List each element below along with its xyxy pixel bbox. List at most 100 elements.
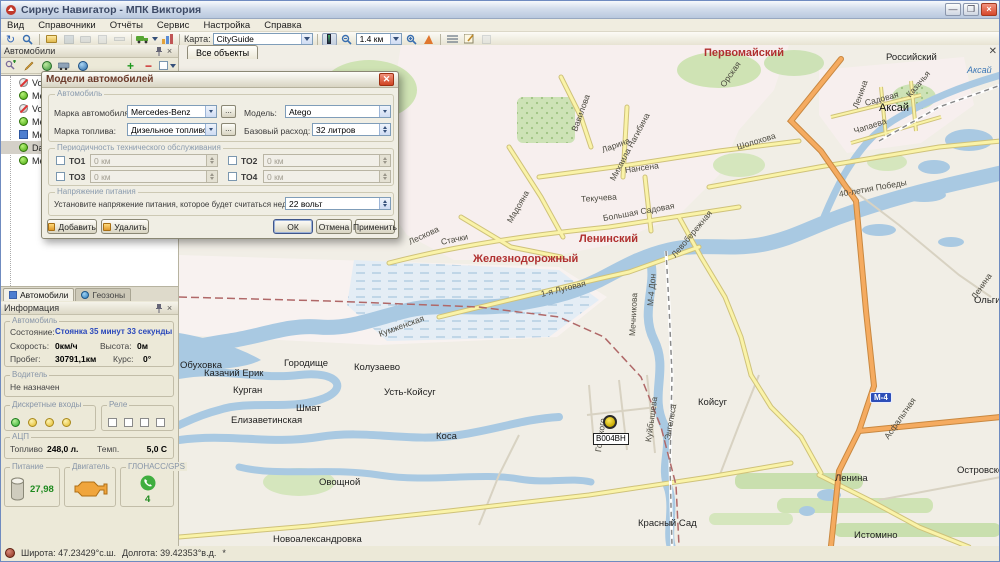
save-button[interactable] [61,33,76,46]
voltage-spinner[interactable]: 22 вольт [285,197,391,210]
minimize-button[interactable]: — [945,3,961,16]
map-label: Аксай [879,102,909,114]
cancel-button[interactable]: Отмена [316,219,352,234]
chevron-down-icon[interactable] [301,34,312,44]
brand-label: Марка автомобиля: [54,108,131,118]
truck-dropdown-button[interactable] [136,33,158,46]
consumption-spinner[interactable]: 32 литров [312,123,391,136]
ok-button[interactable]: ОК [273,219,313,234]
search-button[interactable] [20,33,35,46]
chart-button[interactable] [160,33,175,46]
menu-reports[interactable]: Отчёты [110,20,143,31]
brand-select[interactable]: Mercedes-Benz [127,105,217,118]
fuel-type-value: Дизельное топливо [131,125,208,135]
brand-browse-button[interactable]: ... [221,105,236,118]
discrete-inputs-group: Дискретные входы [4,405,96,431]
legend-button[interactable] [445,33,460,46]
map-tab-close-icon[interactable]: ✕ [989,46,997,57]
find-vehicle-button[interactable] [3,59,18,72]
menu-directories[interactable]: Справочники [38,20,96,31]
spinner-arrows[interactable] [379,124,390,135]
chevron-down-icon[interactable] [205,106,216,117]
maximize-button[interactable]: ❐ [963,3,979,16]
to2-checkbox[interactable] [228,156,237,165]
apply-button[interactable]: Применить [355,219,395,234]
remove-icon [103,223,111,231]
map-label: Казачий Ерик [204,368,263,379]
to3-checkbox[interactable] [56,172,65,181]
to1-value: 0 км [94,156,111,166]
close-panel-icon[interactable]: × [164,46,175,57]
refresh-button[interactable]: ↻ [3,33,18,46]
menu-bar: Вид Справочники Отчёты Сервис Настройка … [1,19,999,32]
to1-spinner[interactable]: 0 км [90,154,218,167]
copy-button[interactable] [95,33,110,46]
info-panel: Автомобили Геозоны Информация × Автомоби… [1,286,179,546]
status-extra: * [222,548,226,558]
scale-select[interactable]: 1.4 км [356,33,402,45]
edit-vehicle-button[interactable] [21,59,36,72]
menu-view[interactable]: Вид [7,20,24,31]
power-value: 27,98 [30,484,54,495]
to2-spinner[interactable]: 0 км [263,154,391,167]
menu-service[interactable]: Сервис [157,20,190,31]
model-combo[interactable]: Atego [285,105,391,118]
print-button[interactable] [78,33,93,46]
toolbar-separator [39,34,40,45]
ruler-button[interactable] [112,33,127,46]
add-model-button[interactable]: Добавить [47,219,97,234]
chevron-down-icon[interactable] [379,106,390,117]
spinner-arrows[interactable] [379,198,390,209]
close-button[interactable]: × [981,3,997,16]
to3-spinner[interactable]: 0 км [90,170,218,183]
title-bar[interactable]: Сирнус Навигатор - МПК Виктория — ❐ × [1,1,999,19]
speed-label: Скорость: [10,341,49,351]
vehicle-online-icon [19,91,28,100]
pin-icon[interactable] [153,46,164,57]
add-icon [48,223,55,231]
menu-settings[interactable]: Настройка [203,20,250,31]
tab-vehicles[interactable]: Автомобили [3,288,74,301]
edit-list-button[interactable] [462,33,477,46]
to1-checkbox[interactable] [56,156,65,165]
folder-button[interactable] [44,33,59,46]
tab-geozones[interactable]: Геозоны [75,288,131,301]
toolbar-separator [179,34,180,45]
remove-model-button[interactable]: Удалить [101,219,149,234]
relay-checkbox[interactable] [124,418,133,427]
relay-checkbox[interactable] [108,418,117,427]
close-panel-icon[interactable]: × [164,303,175,314]
menu-help[interactable]: Справка [264,20,301,31]
vehicle-online-icon [19,143,28,152]
tab-all-objects[interactable]: Все объекты [187,45,258,59]
vehicle-marker[interactable] [603,415,617,429]
relay-group-title: Реле [107,400,129,409]
chevron-down-icon[interactable] [390,34,401,44]
dialog-titlebar[interactable]: Модели автомобилей ✕ [42,72,398,88]
altitude-value: 0м [137,341,148,351]
relay-checkbox[interactable] [140,418,149,427]
toolbar-separator [131,34,132,45]
fuel-type-select[interactable]: Дизельное топливо [127,123,217,136]
vehicle-marker-icon [603,415,617,429]
track-toggle-button[interactable] [322,33,337,46]
relay-checkbox[interactable] [156,418,165,427]
fit-view-button[interactable] [421,33,436,46]
to4-spinner[interactable]: 0 км [263,170,391,183]
pin-icon[interactable] [153,303,164,314]
info-panel-title: Информация [4,303,59,313]
vehicle-online-icon [19,117,28,126]
extra-button[interactable] [479,33,494,46]
vehicles-panel-title: Автомобили [4,46,55,56]
map-source-select[interactable]: CityGuide [213,33,313,45]
to4-checkbox[interactable] [228,172,237,181]
dialog-close-button[interactable]: ✕ [379,73,394,86]
zoom-out-button[interactable] [339,33,354,46]
fuel-browse-button[interactable]: ... [221,123,236,136]
gps-count: 4 [145,494,150,505]
chevron-down-icon[interactable] [205,124,216,135]
speed-value: 0км/ч [55,341,78,351]
zoom-in-button[interactable] [404,33,419,46]
maintenance-group-title: Периодичность технического обслуживания [55,143,223,152]
remove-label: Удалить [114,222,146,232]
